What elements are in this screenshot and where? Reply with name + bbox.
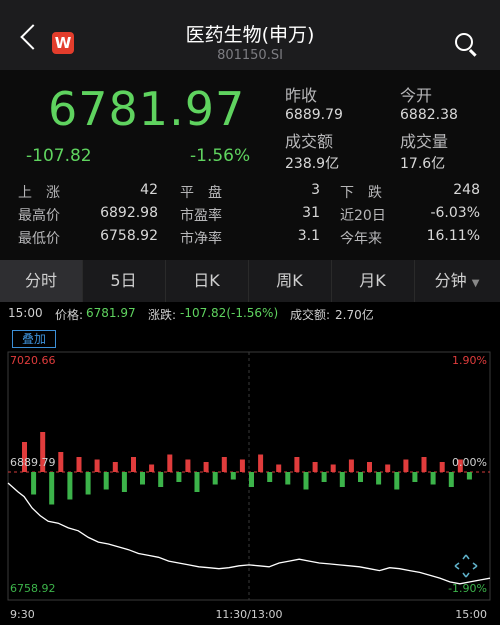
pct-axis-low-label: -1.90% [448,582,487,595]
volume-bar [385,464,391,472]
volume-bar [58,452,64,472]
volume-bar [285,472,291,485]
x-axis-mid-label: 11:30/13:00 [215,608,282,621]
volume-bar [358,472,363,482]
volume-bar [31,472,37,495]
volume-bar [103,472,109,490]
volume-bar [121,472,127,492]
volume-bar [412,472,418,482]
volume-bar [221,457,227,472]
y-axis-high-label: 7020.66 [10,354,56,367]
volume-bar [85,472,91,495]
volume-bar [167,454,173,472]
volume-bar [112,462,118,472]
volume-bar [67,472,73,500]
volume-bar [212,472,218,485]
volume-bar [185,459,191,472]
pct-axis-mid-label: 0.00% [452,456,487,469]
volume-bar [267,472,273,482]
volume-bar [339,472,345,487]
volume-bar [367,462,372,472]
volume-bar [203,462,209,472]
volume-bar [140,472,145,485]
intraday-chart: 7020.66 6889.79 6758.92 1.90% 0.00% -1.90% 9:3… [7,351,491,621]
volume-bar [330,464,336,472]
volume-bar [158,472,164,487]
volume-bar [249,472,254,487]
volume-bar [230,472,236,480]
volume-bar [430,472,436,485]
volume-bar [439,462,445,472]
volume-bar [76,457,82,472]
volume-bar [258,454,264,472]
volume-bar [303,472,309,490]
volume-bar [294,457,300,472]
volume-bar [49,472,55,505]
x-axis-start-label: 9:30 [10,608,35,621]
volume-bar [276,464,282,472]
pct-axis-high-label: 1.90% [452,354,487,367]
volume-bar [348,459,354,472]
volume-bar [466,472,472,480]
crosshair-move-icon[interactable] [454,554,478,578]
volume-bar [131,457,136,472]
y-axis-mid-label: 6889.79 [10,456,56,469]
volume-bar [394,472,400,490]
volume-bar [176,472,182,482]
volume-bar [94,459,100,472]
volume-bar [194,472,200,492]
volume-bar [403,459,409,472]
y-axis-low-label: 6758.92 [10,582,56,595]
volume-bar [239,459,245,472]
volume-bar [312,462,318,472]
volume-bar [149,464,155,472]
volume-bar [421,457,427,472]
x-axis-end-label: 15:00 [455,608,487,621]
volume-bar [321,472,327,482]
volume-bar [448,472,454,487]
volume-bar [376,472,382,485]
